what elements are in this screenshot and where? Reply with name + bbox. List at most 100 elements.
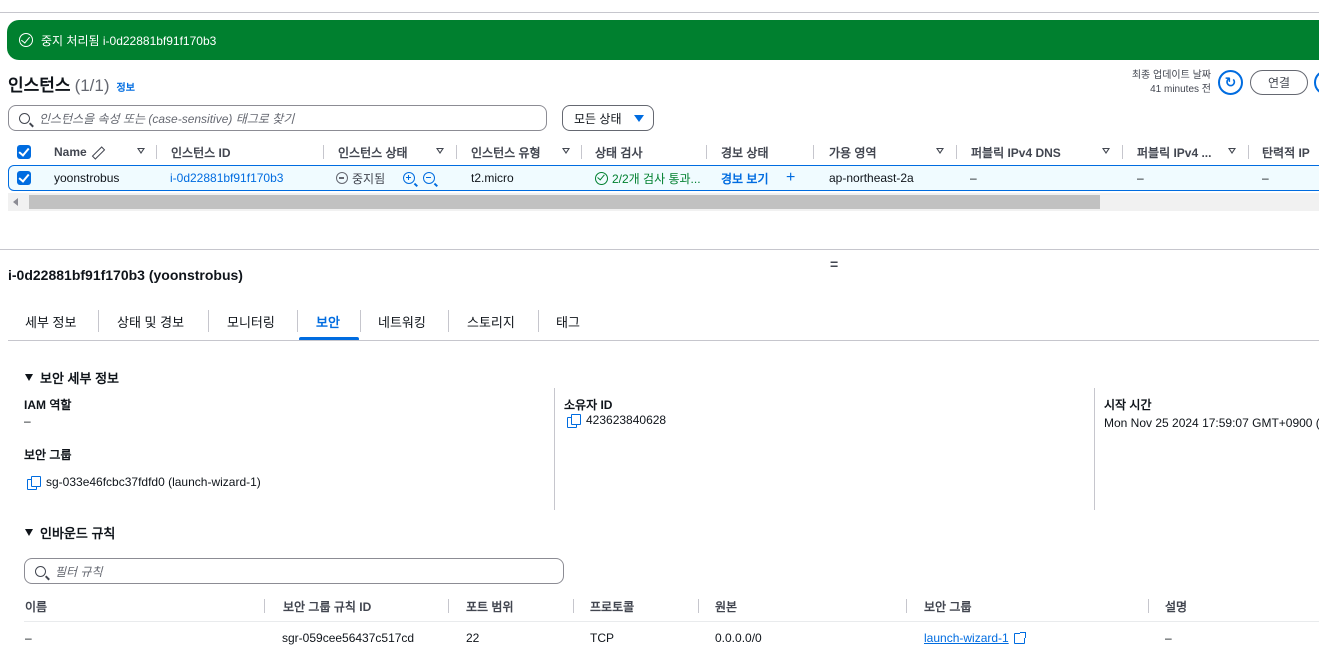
zoom-out-icon[interactable] [423, 172, 439, 188]
success-flash: 중지 처리됨 i-0d22881bf91f170b3 [7, 20, 1319, 60]
rule-sg-link[interactable]: launch-wizard-1 [924, 631, 1009, 645]
col-divider [956, 145, 957, 159]
instance-search-input[interactable]: 인스턴스을 속성 또는 (case-sensitive) 태그로 찾기 [8, 105, 547, 131]
security-group-label: 보안 그룹 [24, 448, 72, 462]
col-status-check[interactable]: 상태 검사 [595, 141, 643, 163]
tab-monitoring[interactable]: 모니터링 [227, 305, 275, 337]
sort-icon[interactable] [137, 148, 145, 154]
col-instance-type[interactable]: 인스턴스 유형 [471, 141, 541, 163]
check-circle-icon [595, 171, 608, 185]
external-link-icon[interactable] [1013, 631, 1026, 644]
row-state-label: 중지됨 [352, 171, 386, 186]
rule-sg[interactable]: launch-wizard-1 [924, 626, 1026, 650]
sort-icon[interactable] [436, 148, 444, 154]
tab-networking[interactable]: 네트워킹 [378, 305, 426, 337]
row-elastic-ip: – [1262, 171, 1269, 185]
col-divider [573, 599, 574, 613]
rule-col-protocol[interactable]: 프로토콜 [590, 594, 634, 618]
tab-details[interactable]: 세부 정보 [25, 305, 76, 337]
col-divider [323, 145, 324, 159]
security-group-value[interactable]: sg-033e46fcbc37fdfd0 (launch-wizard-1) [46, 475, 261, 489]
add-alarm-button[interactable]: + [786, 166, 795, 190]
security-group-link[interactable]: sg-033e46fcbc37fdfd0 (launch-wizard-1) [27, 475, 261, 490]
instance-count: (1/1) [74, 76, 110, 95]
rule-col-source[interactable]: 원본 [715, 594, 737, 618]
row-instance-id-link[interactable]: i-0d22881bf91f170b3 [170, 166, 283, 190]
row-state: 중지됨 [336, 166, 439, 190]
horizontal-scrollbar[interactable] [8, 193, 1319, 211]
col-public-ipv4[interactable]: 퍼블릭 IPv4 ... [1137, 141, 1211, 163]
rule-col-name[interactable]: 이름 [25, 594, 47, 618]
state-filter-label: 모든 상태 [574, 111, 622, 126]
search-icon [19, 112, 30, 124]
row-checkbox[interactable] [17, 171, 31, 185]
copy-icon[interactable] [27, 475, 41, 490]
rule-col-desc[interactable]: 설명 [1165, 594, 1187, 618]
row-status-check: 2/2개 검사 통과... [595, 166, 701, 190]
rule-filter-input[interactable]: 필터 규칙 [24, 558, 564, 584]
rule-col-port[interactable]: 포트 범위 [466, 594, 514, 618]
col-divider [906, 599, 907, 613]
connect-button[interactable]: 연결 [1250, 70, 1308, 95]
col-name[interactable]: Name [54, 141, 102, 163]
col-divider [698, 599, 699, 613]
row-az: ap-northeast-2a [829, 171, 914, 185]
sort-icon[interactable] [562, 148, 570, 154]
tab-divider [208, 310, 209, 332]
refresh-button[interactable]: ↻ [1218, 70, 1243, 95]
table-row: – sgr-059cee56437c517cd 22 TCP 0.0.0.0/0… [8, 626, 1319, 650]
tab-divider [297, 310, 298, 332]
copy-icon[interactable] [567, 413, 581, 428]
rule-port: 22 [466, 631, 480, 645]
view-alarms-link[interactable]: 경보 보기 [721, 166, 769, 190]
drag-handle-icon[interactable]: = [830, 256, 838, 272]
col-divider [581, 145, 582, 159]
row-status-check-label: 2/2개 검사 통과... [612, 171, 701, 186]
col-instance-state[interactable]: 인스턴스 상태 [338, 141, 408, 163]
caret-down-icon [633, 114, 644, 122]
zoom-in-icon[interactable] [403, 172, 419, 188]
info-link[interactable]: 정보 [117, 79, 135, 94]
rule-protocol: TCP [590, 631, 614, 645]
caret-down-icon [25, 374, 33, 381]
tab-divider [448, 310, 449, 332]
rule-col-sg[interactable]: 보안 그룹 [924, 594, 972, 618]
row-type: t2.micro [471, 171, 514, 185]
sort-icon[interactable] [1102, 148, 1110, 154]
instances-header: 인스턴스 (1/1) 정보 [8, 71, 135, 96]
tab-divider [360, 310, 361, 332]
owner-id-label: 소유자 ID [564, 398, 613, 412]
search-placeholder: 인스턴스을 속성 또는 (case-sensitive) 태그로 찾기 [39, 111, 295, 126]
owner-id-value: 423623840628 [586, 413, 667, 427]
col-az[interactable]: 가용 영역 [829, 141, 877, 163]
launch-time-value: Mon Nov 25 2024 17:59:07 GMT+0900 (한 [1104, 416, 1319, 430]
scrollbar-thumb[interactable] [29, 195, 1100, 209]
sort-icon[interactable] [936, 148, 944, 154]
column-divider [554, 388, 555, 510]
rule-id: sgr-059cee56437c517cd [282, 631, 415, 645]
inbound-rules-toggle[interactable]: 인바운드 규칙 [25, 523, 115, 542]
tab-status-alarms[interactable]: 상태 및 경보 [117, 305, 184, 337]
check-circle-icon [19, 33, 33, 47]
col-public-dns[interactable]: 퍼블릭 IPv4 DNS [971, 141, 1061, 163]
col-elastic-ip[interactable]: 탄력적 IP [1262, 141, 1310, 163]
search-icon [35, 565, 46, 577]
instance-actions-button[interactable] [1314, 70, 1319, 95]
caret-down-icon [25, 529, 33, 536]
refresh-icon: ↻ [1224, 74, 1237, 90]
last-updated-value: 41 minutes 전 [1150, 84, 1211, 95]
rule-name: – [25, 631, 32, 645]
rule-col-id[interactable]: 보안 그룹 규칙 ID [283, 594, 371, 618]
col-instance-id[interactable]: 인스턴스 ID [171, 141, 231, 163]
security-details-toggle[interactable]: 보안 세부 정보 [25, 368, 119, 387]
sort-icon[interactable] [1228, 148, 1236, 154]
state-filter-dropdown[interactable]: 모든 상태 [562, 105, 654, 131]
col-alarm-status[interactable]: 경보 상태 [721, 141, 769, 163]
tab-tags[interactable]: 태그 [556, 305, 580, 337]
tab-security[interactable]: 보안 [316, 305, 340, 337]
col-divider [706, 145, 707, 159]
table-row[interactable]: yoonstrobus i-0d22881bf91f170b3 중지됨 t2.m… [8, 165, 1319, 191]
select-all-checkbox[interactable] [17, 145, 31, 159]
tab-storage[interactable]: 스토리지 [467, 305, 515, 337]
scroll-left-icon[interactable] [13, 198, 18, 206]
